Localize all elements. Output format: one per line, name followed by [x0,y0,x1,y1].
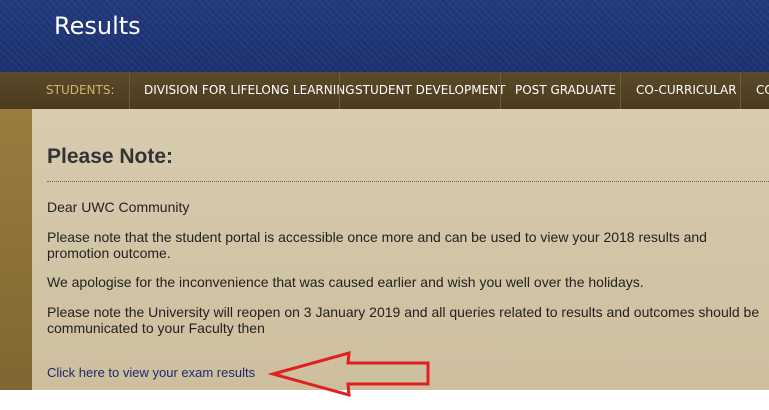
annotation-arrow-icon [267,350,430,398]
